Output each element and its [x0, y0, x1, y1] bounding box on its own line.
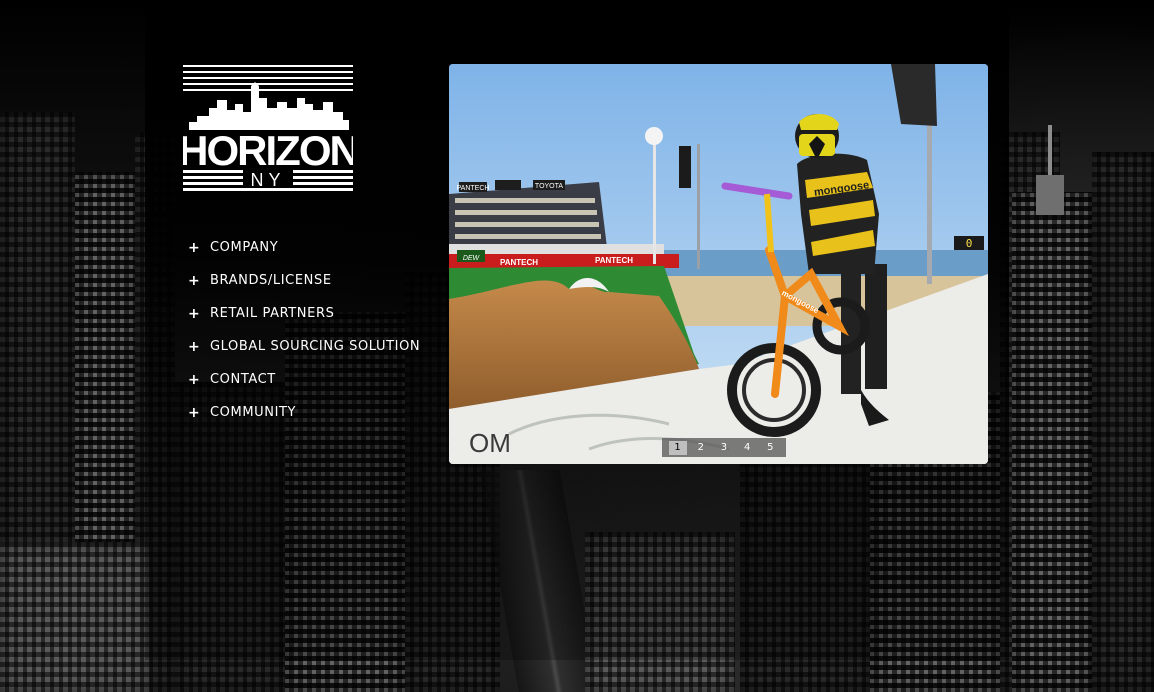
nav-item-label: GLOBAL SOURCING SOLUTION — [210, 338, 421, 354]
slide-pager: 1 2 3 4 5 — [662, 438, 786, 457]
pager-page-4[interactable]: 4 — [738, 441, 756, 455]
sign-ramp-left: PANTECH — [500, 258, 538, 267]
main-nav: + COMPANY + BRANDS/LICENSE + RETAIL PART… — [186, 231, 420, 429]
nav-item-company[interactable]: + COMPANY — [186, 231, 420, 264]
logo-graphic: HORIZON NY — [178, 65, 360, 191]
ramp-text: OM — [469, 428, 511, 458]
nav-item-retail-partners[interactable]: + RETAIL PARTNERS — [186, 297, 420, 330]
plus-icon: + — [188, 305, 200, 322]
nav-item-brands-license[interactable]: + BRANDS/LICENSE — [186, 264, 420, 297]
pager-page-3[interactable]: 3 — [715, 441, 733, 455]
plus-icon: + — [188, 239, 200, 256]
pager-page-2[interactable]: 2 — [692, 441, 710, 455]
nav-item-global-sourcing[interactable]: + GLOBAL SOURCING SOLUTION — [186, 330, 420, 363]
plus-icon: + — [188, 272, 200, 289]
sign-top-a: PANTECH — [457, 185, 490, 192]
nav-item-community[interactable]: + COMMUNITY — [186, 396, 420, 429]
sign-top-b: TOYOTA — [535, 183, 563, 190]
building-spire — [1036, 175, 1064, 215]
building — [1092, 152, 1154, 692]
nav-item-label: BRANDS/LICENSE — [210, 272, 332, 288]
nav-item-label: RETAIL PARTNERS — [210, 305, 335, 321]
building — [1012, 192, 1092, 692]
plus-icon: + — [188, 338, 200, 355]
sign-ramp-right: PANTECH — [595, 256, 633, 265]
building — [0, 542, 150, 692]
plus-icon: + — [188, 404, 200, 421]
slide-photo-bmx-rider: PANTECH TOYOTA DEW PANTECH PANTECH OM 0 — [449, 64, 988, 464]
logo-sub-text: NY — [250, 170, 285, 190]
nav-item-contact[interactable]: + CONTACT — [186, 363, 420, 396]
sign-dew: DEW — [463, 255, 481, 262]
nav-item-label: COMPANY — [210, 239, 279, 255]
slideshow[interactable]: PANTECH TOYOTA DEW PANTECH PANTECH OM 0 — [449, 64, 988, 464]
pager-page-1[interactable]: 1 — [668, 440, 687, 455]
logo-main-text: HORIZON — [183, 127, 353, 174]
pager-page-5[interactable]: 5 — [761, 441, 779, 455]
nav-item-label: CONTACT — [210, 371, 276, 387]
nav-item-label: COMMUNITY — [210, 404, 297, 420]
scoreboard-text: 0 — [966, 237, 973, 250]
horizon-ny-logo[interactable]: HORIZON NY — [178, 64, 360, 192]
plus-icon: + — [188, 371, 200, 388]
